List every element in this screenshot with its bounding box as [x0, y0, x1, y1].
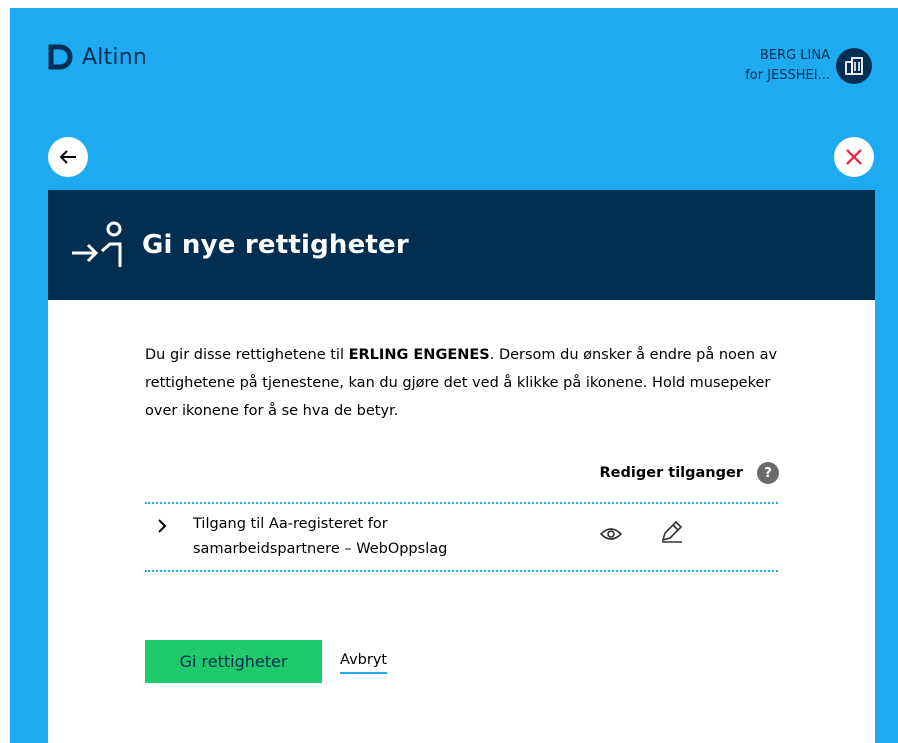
altinn-logo-icon [48, 44, 73, 70]
panel-header: Gi nye rettigheter [48, 190, 875, 300]
arrow-left-icon [59, 150, 76, 164]
altinn-logo[interactable]: Altinn [48, 44, 147, 70]
recipient-name: ERLING ENGENES [348, 347, 490, 363]
app-name: Altinn [82, 44, 147, 70]
rights-list: Tilgang til Aa-registeret for samarbeids… [145, 502, 778, 572]
user-name: BERG LINA [759, 48, 830, 63]
edit-access-header: Rediger tilganger ? [599, 462, 779, 484]
pencil-icon[interactable] [659, 518, 685, 548]
give-rights-button[interactable]: Gi rettigheter [145, 640, 322, 683]
help-icon[interactable]: ? [757, 462, 779, 484]
list-item: Tilgang til Aa-registeret for samarbeids… [145, 504, 778, 570]
building-icon [836, 48, 872, 84]
app-frame: Altinn BERG LINA for JESSHEI... Gi nye r… [10, 8, 898, 743]
chevron-right-icon[interactable] [155, 518, 169, 538]
eye-icon[interactable] [599, 526, 623, 545]
back-button[interactable] [48, 137, 88, 177]
close-button[interactable] [834, 137, 874, 177]
service-name: Tilgang til Aa-registeret for samarbeids… [193, 516, 448, 557]
page-title: Gi nye rettigheter [142, 230, 409, 260]
delegate-person-icon [72, 221, 122, 267]
cancel-link[interactable]: Avbryt [340, 652, 388, 674]
edit-access-label: Rediger tilganger [599, 465, 744, 481]
main-panel: Gi nye rettigheter Du gir disse rettighe… [48, 190, 875, 743]
intro-prefix: Du gir disse rettighetene til [145, 347, 349, 363]
user-menu[interactable]: BERG LINA for JESSHEI... [745, 46, 872, 86]
intro-text: Du gir disse rettighetene til ERLING ENG… [145, 341, 795, 425]
user-on-behalf: for JESSHEI... [745, 68, 830, 83]
close-icon [846, 149, 862, 165]
